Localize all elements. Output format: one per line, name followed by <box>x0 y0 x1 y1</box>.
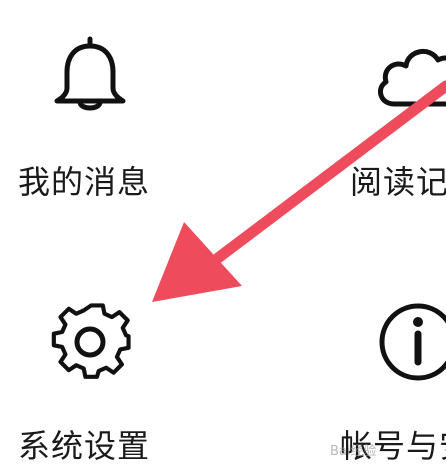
menu-item-system-settings[interactable]: 系统设置 <box>0 290 220 469</box>
menu-item-my-messages[interactable]: 我的消息 <box>0 20 220 210</box>
menu-screen: 我的消息 阅读记 系统设置 帐号与 Bai经验 <box>0 0 446 469</box>
cloud-icon <box>372 40 446 114</box>
my-messages-label: 我的消息 <box>18 163 151 201</box>
reading-history-label: 阅读记 <box>350 163 446 201</box>
info-icon <box>378 302 446 386</box>
bell-icon <box>52 36 128 118</box>
menu-item-reading-history[interactable]: 阅读记 <box>340 20 446 210</box>
system-settings-label: 系统设置 <box>18 427 151 465</box>
watermark: Bai经验 <box>330 444 377 459</box>
gear-icon <box>46 298 134 390</box>
